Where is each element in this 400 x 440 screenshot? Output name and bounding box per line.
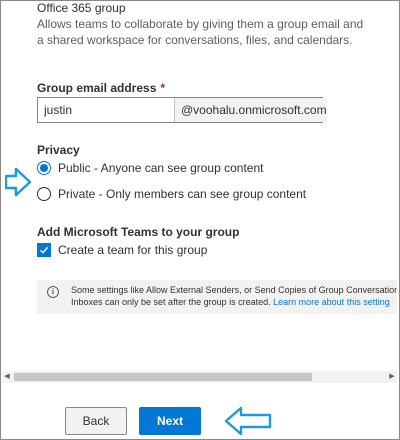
- back-button[interactable]: Back: [65, 407, 127, 435]
- checkmark-icon: [40, 246, 49, 254]
- group-type-description: Allows teams to collaborate by giving th…: [37, 17, 364, 47]
- email-domain-suffix: @voohalu.onmicrosoft.com: [174, 98, 327, 122]
- privacy-private-label: Private - Only members can see group con…: [58, 187, 307, 201]
- required-mark: *: [160, 81, 166, 95]
- create-team-option[interactable]: Create a team for this group: [37, 243, 207, 257]
- info-icon: i: [47, 286, 59, 298]
- new-group-panel: Office 365 group Allows teams to collabo…: [1, 1, 397, 437]
- arrow-callout-icon: [5, 167, 32, 197]
- scrollbar-thumb[interactable]: [14, 373, 312, 381]
- group-email-field: @voohalu.onmicrosoft.com: [37, 97, 327, 123]
- radio-selected-dot: [40, 164, 48, 172]
- group-email-label-text: Group email address: [37, 81, 157, 95]
- horizontal-scrollbar[interactable]: ◀ ▶: [2, 371, 397, 383]
- arrow-callout-icon: [224, 406, 272, 436]
- scroll-left-icon[interactable]: ◀: [2, 371, 12, 383]
- create-team-checkbox[interactable]: [37, 243, 51, 257]
- info-message-text: Inboxes can only be set after the group …: [71, 297, 271, 307]
- privacy-public-option[interactable]: Public - Anyone can see group content: [37, 161, 263, 175]
- group-type-title: Office 365 group: [37, 1, 126, 15]
- scroll-right-icon[interactable]: ▶: [387, 371, 397, 383]
- info-message-line-1: Some settings like Allow External Sender…: [71, 285, 397, 295]
- radio-private[interactable]: [37, 187, 51, 201]
- group-email-label: Group email address *: [37, 81, 165, 95]
- info-message-bar: i Some settings like Allow External Send…: [37, 280, 397, 314]
- info-message-line-2: Inboxes can only be set after the group …: [71, 296, 393, 308]
- group-email-input[interactable]: [38, 98, 174, 122]
- create-team-label: Create a team for this group: [58, 243, 208, 257]
- privacy-label: Privacy: [37, 143, 80, 157]
- radio-public[interactable]: [37, 161, 51, 175]
- privacy-public-label: Public - Anyone can see group content: [58, 161, 264, 175]
- next-button[interactable]: Next: [139, 407, 201, 435]
- teams-section-label: Add Microsoft Teams to your group: [37, 225, 240, 239]
- learn-more-link[interactable]: Learn more about this setting: [273, 297, 390, 307]
- privacy-private-option[interactable]: Private - Only members can see group con…: [37, 187, 306, 201]
